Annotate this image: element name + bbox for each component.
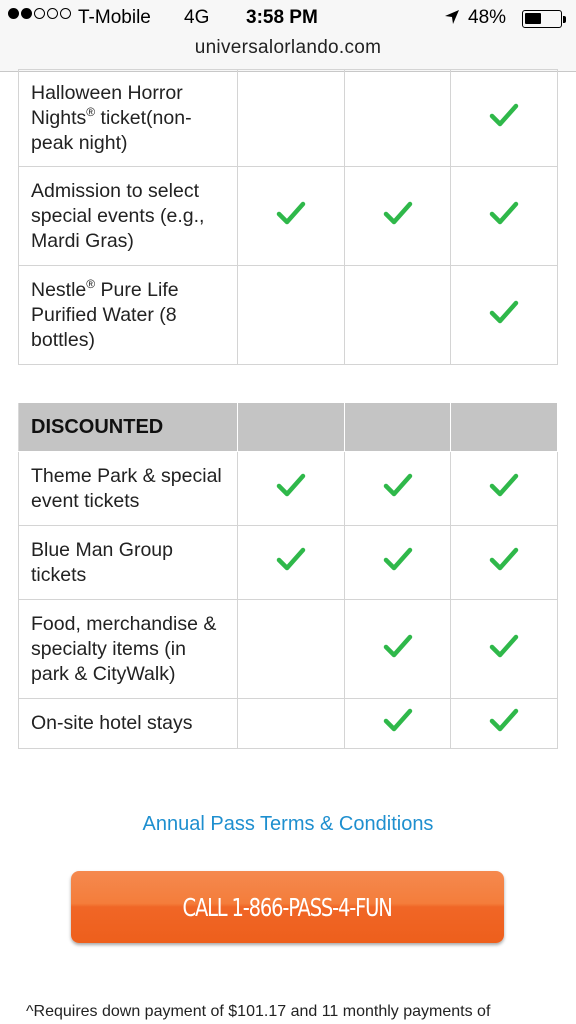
table-row: Blue Man Group tickets xyxy=(18,525,558,600)
tier-cell xyxy=(237,265,345,365)
status-time: 3:58 PM xyxy=(246,7,318,28)
annual-pass-terms-link[interactable]: Annual Pass Terms & Conditions xyxy=(0,813,576,836)
benefit-label: Theme Park & special event tickets xyxy=(18,451,238,526)
signal-strength-icon xyxy=(8,8,73,19)
table-row: Halloween Horror Nights® ticket(non-peak… xyxy=(18,69,558,167)
checkmark-icon xyxy=(489,708,519,732)
benefit-label: On-site hotel stays xyxy=(18,698,238,749)
checkmark-icon xyxy=(489,103,519,126)
header-cell xyxy=(237,402,345,452)
tier-cell xyxy=(450,525,558,600)
tier-cell xyxy=(450,451,558,526)
checkmark-icon xyxy=(489,634,519,657)
tier-cell xyxy=(344,69,451,167)
call-pass-button-label: CALL 1-866-PASS-4-FUN xyxy=(182,892,393,922)
tier-cell xyxy=(344,698,451,749)
checkmark-icon xyxy=(489,201,519,224)
tier-cell xyxy=(237,698,345,749)
table-row: On-site hotel stays xyxy=(18,698,558,749)
checkmark-icon xyxy=(489,300,519,323)
checkmark-icon xyxy=(383,634,412,657)
call-pass-button[interactable]: CALL 1-866-PASS-4-FUN xyxy=(71,871,504,943)
checkmark-icon xyxy=(489,473,519,497)
benefit-label: Nestle® Pure Life Purified Water (8 bott… xyxy=(18,265,238,365)
network-type: 4G xyxy=(184,7,210,28)
tier-cell xyxy=(344,451,451,526)
section-header-row: DISCOUNTED xyxy=(18,402,558,452)
tier-cell xyxy=(450,265,558,365)
tier-cell xyxy=(450,698,558,749)
checkmark-icon xyxy=(276,201,306,224)
benefit-label: Food, merchandise & specialty items (in … xyxy=(18,599,238,699)
battery-icon xyxy=(522,10,562,28)
benefits-table: Halloween Horror Nights® ticket(non-peak… xyxy=(18,69,558,365)
location-arrow-icon xyxy=(444,9,460,31)
tier-cell xyxy=(344,166,451,266)
address-bar-url[interactable]: universalorlando.com xyxy=(0,37,576,59)
carrier-name: T-Mobile xyxy=(78,7,151,28)
checkmark-icon xyxy=(383,201,412,224)
checkmark-icon xyxy=(489,547,519,571)
table-row: Admission to select special events (e.g.… xyxy=(18,166,558,266)
status-bar: T-Mobile 4G 3:58 PM 48% universalorlando… xyxy=(0,0,576,72)
header-cell xyxy=(344,402,451,452)
tier-cell xyxy=(237,525,345,600)
battery-percent: 48% xyxy=(468,7,507,28)
tier-cell xyxy=(344,265,451,365)
checkmark-icon xyxy=(276,473,306,497)
benefit-label: Admission to select special events (e.g.… xyxy=(18,166,238,266)
checkmark-icon xyxy=(383,547,412,571)
footnote: ^Requires down payment of $101.17 and 11… xyxy=(26,1003,491,1020)
benefit-label: Blue Man Group tickets xyxy=(18,525,238,600)
tier-cell xyxy=(344,525,451,600)
section-header-discounted: DISCOUNTED xyxy=(18,402,238,452)
tier-cell xyxy=(450,69,558,167)
checkmark-icon xyxy=(383,708,412,732)
battery-nub xyxy=(563,16,566,23)
discounted-table: DISCOUNTED Theme Park & special event ti… xyxy=(18,402,558,749)
tier-cell xyxy=(237,451,345,526)
tier-cell xyxy=(450,599,558,699)
tier-cell xyxy=(237,69,345,167)
table-row: Nestle® Pure Life Purified Water (8 bott… xyxy=(18,265,558,365)
tier-cell xyxy=(237,166,345,266)
table-row: Theme Park & special event tickets xyxy=(18,451,558,526)
benefit-label: Halloween Horror Nights® ticket(non-peak… xyxy=(18,69,238,167)
tier-cell xyxy=(344,599,451,699)
table-row: Food, merchandise & specialty items (in … xyxy=(18,599,558,699)
tier-cell xyxy=(237,599,345,699)
checkmark-icon xyxy=(383,473,412,497)
tier-cell xyxy=(450,166,558,266)
checkmark-icon xyxy=(276,547,306,571)
header-cell xyxy=(450,402,558,452)
